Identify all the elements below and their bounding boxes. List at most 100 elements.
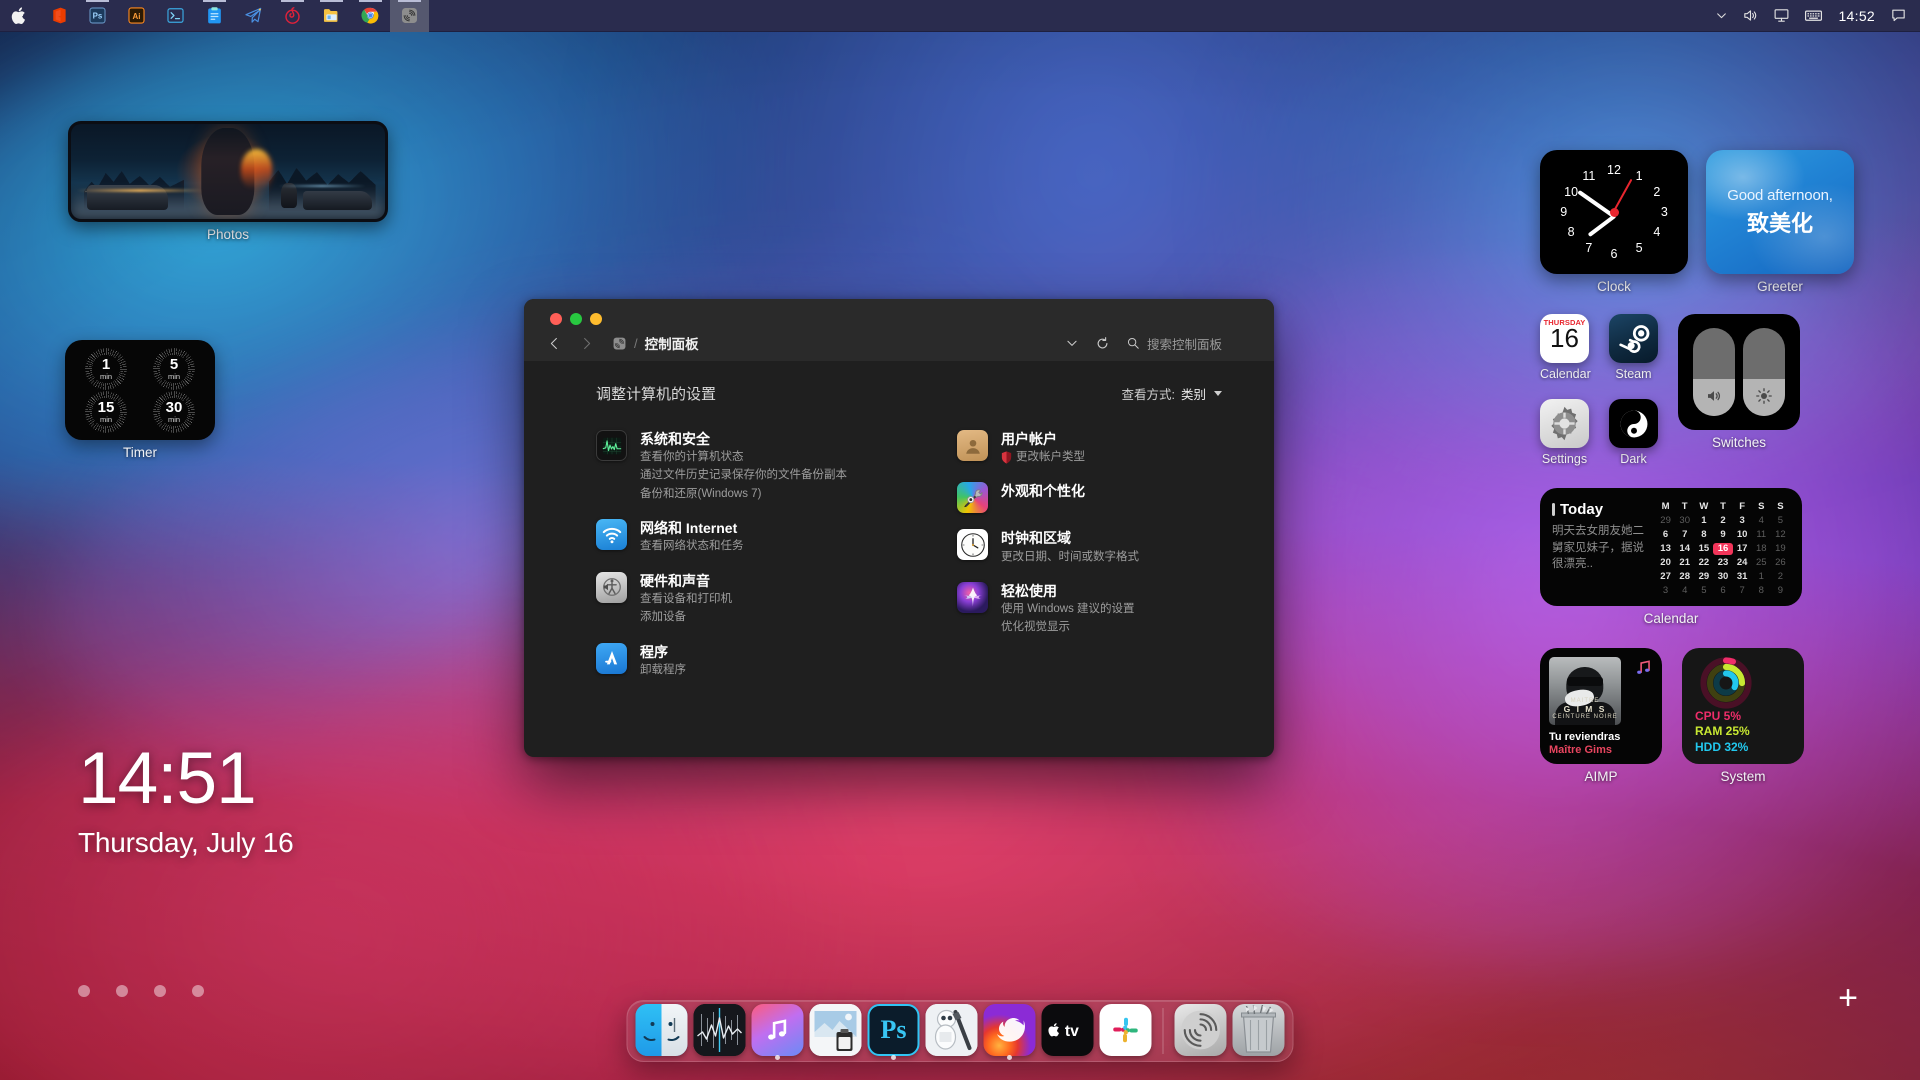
category-sub[interactable]: 备份和还原(Windows 7) <box>640 485 847 503</box>
category-title[interactable]: 程序 <box>640 644 686 661</box>
category-appearance[interactable]: 外观和个性化 <box>957 482 1222 514</box>
widget-steam[interactable]: Steam <box>1609 314 1658 381</box>
page-dot[interactable] <box>78 985 90 997</box>
mini-calendar-day[interactable]: 3 <box>1733 515 1752 527</box>
mini-calendar-day[interactable]: 18 <box>1752 543 1771 555</box>
mini-calendar-day[interactable]: 14 <box>1675 543 1694 555</box>
dock-item-music[interactable] <box>751 1004 804 1060</box>
category-sub[interactable]: 查看你的计算机状态 <box>640 448 847 466</box>
taskbar-item-netease-music[interactable] <box>273 0 312 32</box>
tray-clock[interactable]: 14:52 <box>1830 8 1883 24</box>
taskbar-item-file-explorer[interactable] <box>312 0 351 32</box>
category-title[interactable]: 用户帐户 <box>1001 431 1085 448</box>
category-title[interactable]: 轻松使用 <box>1001 583 1135 600</box>
widget-today-calendar[interactable]: Today 明天去女朋友她二舅家见妹子，据说很漂亮.. MTWTFSS 29 30… <box>1540 488 1802 626</box>
mini-calendar-day-today[interactable]: 16 <box>1713 543 1733 555</box>
category-sub-row[interactable]: 更改帐户类型 <box>1001 448 1085 466</box>
dock-item-firefox[interactable] <box>983 1004 1036 1060</box>
mini-calendar-day[interactable]: 22 <box>1694 557 1713 569</box>
dock-item-slack[interactable] <box>1099 1004 1152 1056</box>
category-sub[interactable]: 卸载程序 <box>640 661 686 679</box>
category-title[interactable]: 系统和安全 <box>640 431 847 448</box>
mini-calendar-day[interactable]: 31 <box>1733 571 1752 583</box>
refresh-button[interactable] <box>1095 336 1110 351</box>
mini-calendar-day[interactable]: 19 <box>1771 543 1790 555</box>
mini-calendar-day[interactable]: 20 <box>1656 557 1675 569</box>
page-dot[interactable] <box>154 985 166 997</box>
mini-calendar-day[interactable]: 9 <box>1713 529 1732 541</box>
taskbar-item-office[interactable] <box>39 0 78 32</box>
mini-calendar-day[interactable]: 24 <box>1733 557 1752 569</box>
mini-calendar-day[interactable]: 2 <box>1771 571 1790 583</box>
dock-item-apple-tv[interactable]: tv <box>1041 1004 1094 1056</box>
mini-calendar-day[interactable]: 5 <box>1771 515 1790 527</box>
widget-clock[interactable]: 12 1 2 3 4 5 6 7 8 9 10 11 Clock <box>1540 150 1688 294</box>
mini-calendar-day[interactable]: 17 <box>1733 543 1752 555</box>
add-widget-button[interactable]: + <box>1834 981 1862 1015</box>
tray-display[interactable] <box>1766 0 1797 32</box>
mini-calendar-day[interactable]: 4 <box>1675 585 1694 597</box>
category-title[interactable]: 硬件和声音 <box>640 573 732 590</box>
mini-calendar-day[interactable]: 12 <box>1771 529 1790 541</box>
category-sub[interactable]: 通过文件历史记录保存你的文件备份副本 <box>640 466 847 484</box>
mini-calendar-day[interactable]: 27 <box>1656 571 1675 583</box>
category-system-security[interactable]: 系统和安全 查看你的计算机状态 通过文件历史记录保存你的文件备份副本 备份和还原… <box>596 430 909 503</box>
mini-calendar-day[interactable]: 29 <box>1694 571 1713 583</box>
widget-switches[interactable]: Switches <box>1678 314 1800 466</box>
mini-calendar-day[interactable]: 6 <box>1713 585 1732 597</box>
mini-calendar-day[interactable]: 29 <box>1656 515 1675 527</box>
tray-volume[interactable] <box>1735 0 1766 32</box>
history-dropdown-button[interactable] <box>1065 336 1079 350</box>
taskbar-item-chrome[interactable] <box>351 0 390 32</box>
widget-calendar-icon[interactable]: THURSDAY 16 Calendar <box>1540 314 1591 381</box>
mini-calendar-day[interactable]: 13 <box>1656 543 1675 555</box>
taskbar-item-apple[interactable] <box>0 0 39 32</box>
category-sub[interactable]: 使用 Windows 建议的设置 <box>1001 600 1135 618</box>
back-button[interactable] <box>542 331 566 355</box>
control-panel-window[interactable]: / 控制面板 搜索控制面板 调整计算机的设置 查看方式: 类别 系统和安全 查看… <box>524 299 1274 757</box>
mini-calendar-day[interactable]: 4 <box>1752 515 1771 527</box>
brightness-switch[interactable] <box>1743 328 1785 416</box>
widget-timer[interactable]: 1 min 5 min 15 min 30 min Timer <box>65 340 215 460</box>
mini-calendar-day[interactable]: 15 <box>1694 543 1713 555</box>
category-sub[interactable]: 查看设备和打印机 <box>640 590 732 608</box>
timer-preset-30[interactable]: 30 min <box>141 390 207 433</box>
mini-calendar-day[interactable]: 6 <box>1656 529 1675 541</box>
widget-system[interactable]: CPU 5% RAM 25% HDD 32% System <box>1682 648 1804 784</box>
dock-item-activity-monitor[interactable] <box>693 1004 746 1056</box>
volume-switch[interactable] <box>1693 328 1735 416</box>
timer-preset-5[interactable]: 5 min <box>141 347 207 390</box>
mini-calendar-day[interactable]: 11 <box>1752 529 1771 541</box>
widget-settings[interactable]: Settings <box>1540 399 1589 466</box>
mini-calendar-day[interactable]: 1 <box>1752 571 1771 583</box>
category-network-internet[interactable]: 网络和 Internet 查看网络状态和任务 <box>596 519 909 555</box>
taskbar-item-control-panel[interactable] <box>390 0 429 32</box>
mini-calendar-day[interactable]: 2 <box>1713 515 1732 527</box>
category-sub[interactable]: 更改日期、时间或数字格式 <box>1001 548 1139 566</box>
taskbar-item-photoshop[interactable]: Ps <box>78 0 117 32</box>
maximize-button[interactable] <box>570 313 582 325</box>
dock-item-preview[interactable] <box>809 1004 862 1056</box>
category-sub[interactable]: 查看网络状态和任务 <box>640 537 744 555</box>
mini-calendar-day[interactable]: 1 <box>1694 515 1713 527</box>
mini-calendar-day[interactable]: 30 <box>1675 515 1694 527</box>
mini-calendar-day[interactable]: 28 <box>1675 571 1694 583</box>
mini-calendar-day[interactable]: 7 <box>1675 529 1694 541</box>
tray-keyboard[interactable] <box>1797 0 1830 32</box>
timer-preset-15[interactable]: 15 min <box>73 390 139 433</box>
timer-preset-1[interactable]: 1 min <box>73 347 139 390</box>
mini-calendar-day[interactable]: 8 <box>1752 585 1771 597</box>
dock-item-automator[interactable] <box>925 1004 978 1056</box>
page-dot[interactable] <box>192 985 204 997</box>
dock-item-finder[interactable] <box>635 1004 688 1056</box>
minimize-button[interactable] <box>590 313 602 325</box>
dock-item-system-preferences[interactable] <box>1174 1004 1227 1056</box>
widget-greeter[interactable]: Good afternoon, 致美化 Greeter <box>1706 150 1854 294</box>
category-title[interactable]: 网络和 Internet <box>640 520 744 537</box>
mini-calendar-day[interactable]: 7 <box>1733 585 1752 597</box>
mini-calendar-day[interactable]: 30 <box>1713 571 1732 583</box>
widget-photos[interactable]: Photos <box>68 121 388 242</box>
category-ease-of-access[interactable]: 轻松使用 使用 Windows 建议的设置 优化视觉显示 <box>957 581 1222 637</box>
mini-calendar-day[interactable]: 21 <box>1675 557 1694 569</box>
taskbar-item-terminal[interactable] <box>156 0 195 32</box>
